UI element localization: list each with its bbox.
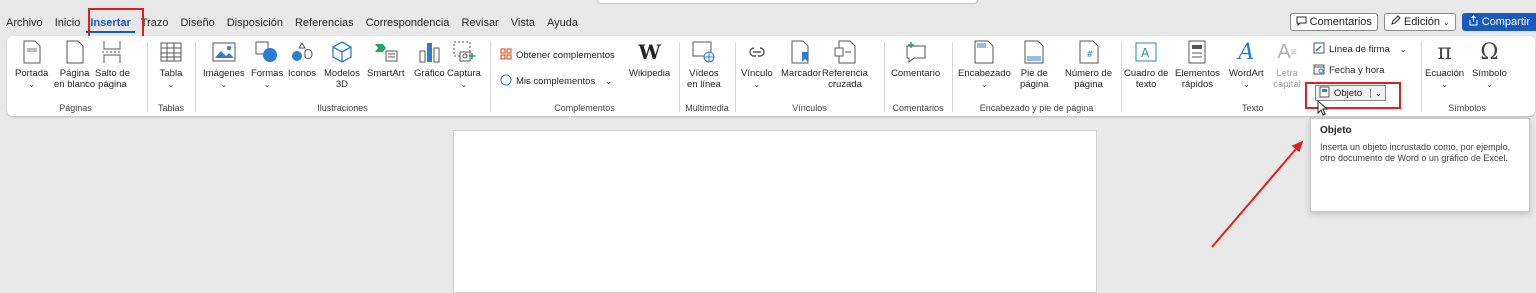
annotation-arrow (1211, 140, 1304, 248)
